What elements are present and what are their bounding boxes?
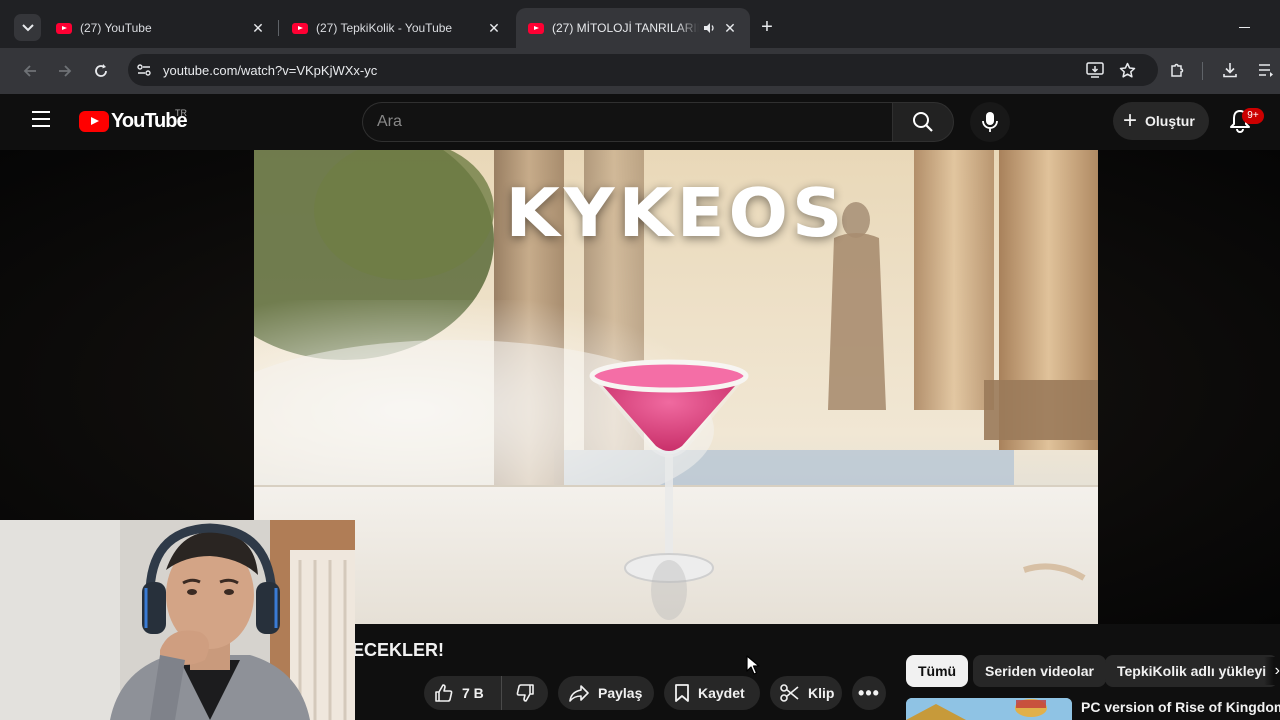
tab-title: (27) MİTOLOJİ TANRILARINI: [552, 21, 699, 35]
extensions-icon[interactable]: [1166, 59, 1188, 81]
tab-title: (27) TepkiKolik - YouTube: [316, 21, 453, 35]
search-button[interactable]: [892, 102, 954, 142]
share-icon: [569, 685, 589, 702]
browser-tab-active[interactable]: (27) MİTOLOJİ TANRILARINI ✕: [516, 8, 750, 48]
notification-badge: 9+: [1242, 108, 1264, 124]
country-code: TR: [175, 108, 187, 118]
save-button[interactable]: Kaydet: [664, 676, 760, 710]
like-icon: [435, 684, 453, 702]
menu-icon[interactable]: [32, 111, 54, 133]
like-count: 7 B: [462, 685, 484, 701]
clip-label: Klip: [808, 685, 835, 701]
close-icon[interactable]: ✕: [722, 20, 738, 36]
recommendation-chips: Tümü Seriden videolar TepkiKolik adlı yü…: [906, 655, 1280, 687]
video-title: ECEKLER!: [352, 640, 445, 660]
bookmark-icon: [675, 684, 689, 702]
share-button[interactable]: Paylaş: [558, 676, 654, 710]
more-icon: •••: [858, 682, 880, 703]
recommendation-title[interactable]: PC version of Rise of Kingdoms: [1081, 699, 1280, 715]
voice-search-button[interactable]: [970, 102, 1010, 142]
youtube-favicon: [292, 22, 308, 34]
url-text: youtube.com/watch?v=VKpKjWXx-yc: [163, 63, 378, 78]
reload-icon[interactable]: [89, 59, 113, 83]
search-input[interactable]: [377, 103, 877, 141]
create-label: Oluştur: [1145, 113, 1195, 129]
minimize-window-button[interactable]: [1236, 18, 1254, 36]
search-icon: [913, 112, 933, 132]
toolbar-divider: [1202, 62, 1203, 80]
audio-icon[interactable]: [703, 21, 716, 35]
bookmark-star-icon[interactable]: [1116, 59, 1138, 81]
video-player[interactable]: KYKEOS: [254, 150, 1098, 624]
download-icon[interactable]: [1219, 59, 1241, 81]
mouse-cursor-icon: [746, 655, 760, 675]
close-icon[interactable]: ✕: [486, 20, 502, 36]
like-dislike-group: 7 B: [424, 676, 548, 710]
address-bar[interactable]: youtube.com/watch?v=VKpKjWXx-yc: [128, 54, 1158, 86]
chip-uploader[interactable]: TepkiKolik adlı yükleyi: [1105, 655, 1279, 687]
video-overlay-title: KYKEOS: [505, 174, 847, 252]
browser-tab-youtube[interactable]: (27) YouTube ✕: [44, 12, 278, 44]
install-icon[interactable]: [1084, 59, 1106, 81]
forward-icon[interactable]: [53, 59, 77, 83]
site-info-icon[interactable]: [136, 62, 152, 83]
share-label: Paylaş: [598, 685, 643, 701]
youtube-play-icon: [79, 111, 109, 132]
youtube-favicon: [56, 22, 72, 34]
webcam-overlay: [0, 520, 355, 720]
create-button[interactable]: + Oluştur: [1113, 102, 1209, 140]
webcam-feed: [0, 520, 355, 720]
chip-series-videos[interactable]: Seriden videolar: [973, 655, 1106, 687]
youtube-favicon: [528, 22, 544, 34]
search-box: [362, 102, 892, 142]
reading-list-icon[interactable]: [1255, 59, 1277, 81]
browser-toolbar: youtube.com/watch?v=VKpKjWXx-yc: [0, 48, 1280, 94]
back-icon[interactable]: [18, 59, 42, 83]
tab-search-icon[interactable]: [14, 14, 41, 41]
dislike-icon: [516, 684, 534, 702]
mic-icon: [982, 112, 998, 132]
youtube-logo[interactable]: YouTube TR: [79, 108, 188, 133]
chevron-right-icon[interactable]: ›: [1264, 657, 1280, 685]
chip-all[interactable]: Tümü: [906, 655, 969, 687]
scissors-icon: [780, 684, 799, 702]
clip-button[interactable]: Klip: [770, 676, 842, 710]
like-button[interactable]: 7 B: [424, 676, 502, 710]
more-actions-button[interactable]: •••: [852, 676, 886, 710]
dislike-button[interactable]: [502, 676, 548, 710]
plus-icon: +: [1123, 107, 1138, 134]
tab-divider: [278, 20, 279, 36]
save-label: Kaydet: [698, 685, 745, 701]
recommendation-thumbnail[interactable]: [906, 698, 1072, 720]
close-icon[interactable]: ✕: [250, 20, 266, 36]
new-tab-icon[interactable]: +: [757, 17, 777, 37]
browser-tab-tepkikolik[interactable]: (27) TepkiKolik - YouTube ✕: [280, 12, 514, 44]
tab-title: (27) YouTube: [80, 21, 152, 35]
youtube-masthead: YouTube TR + Oluştur: [0, 94, 1280, 150]
